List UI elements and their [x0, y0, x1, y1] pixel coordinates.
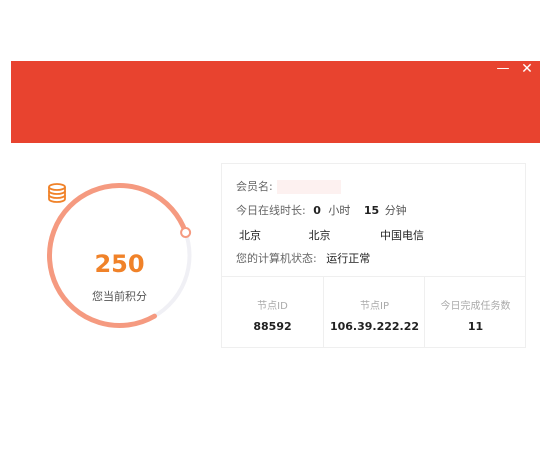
province: 北京	[239, 229, 261, 242]
score-label: 您当前积分	[92, 290, 147, 303]
online-time-row: 今日在线时长: 0 小时 15 分钟	[236, 202, 407, 218]
isp: 中国电信	[380, 229, 424, 242]
stat-title: 今日完成任务数	[440, 301, 511, 312]
close-button[interactable]: ✕	[519, 62, 535, 76]
location-row: 北京 北京 中国电信	[239, 227, 424, 243]
member-name-label: 会员名:	[236, 180, 273, 193]
minutes-unit: 分钟	[384, 204, 407, 217]
stat-node-ip: 节点IP 106.39.222.22	[323, 277, 425, 347]
stat-value: 88592	[253, 320, 292, 333]
hours-unit: 小时	[328, 204, 351, 217]
score-value: 250	[94, 250, 145, 278]
score-ring: 250 您当前积分	[46, 182, 193, 329]
online-time-label: 今日在线时长:	[236, 204, 306, 217]
info-card: 会员名: 今日在线时长: 0 小时 15 分钟 北京 北京 中国电信 您的计算机…	[221, 163, 526, 348]
minimize-button[interactable]: —	[495, 62, 511, 76]
coins-icon	[48, 183, 66, 203]
status-label: 您的计算机状态:	[236, 252, 317, 265]
ring-knob	[180, 226, 192, 238]
stat-tasks-completed: 今日完成任务数 11	[424, 277, 526, 347]
status-value: 运行正常	[326, 252, 371, 265]
member-name-row: 会员名:	[236, 178, 341, 194]
status-row: 您的计算机状态: 运行正常	[236, 250, 370, 266]
city: 北京	[308, 229, 331, 242]
member-name-value	[276, 180, 341, 194]
stat-node-id: 节点ID 88592	[222, 277, 323, 347]
stat-title: 节点ID	[257, 301, 288, 312]
stat-value: 11	[467, 320, 484, 333]
hours-value: 0	[313, 204, 321, 217]
header-banner	[11, 61, 540, 143]
minutes-value: 15	[363, 204, 380, 217]
stat-title: 节点IP	[360, 301, 389, 312]
stat-value: 106.39.222.22	[329, 320, 420, 333]
